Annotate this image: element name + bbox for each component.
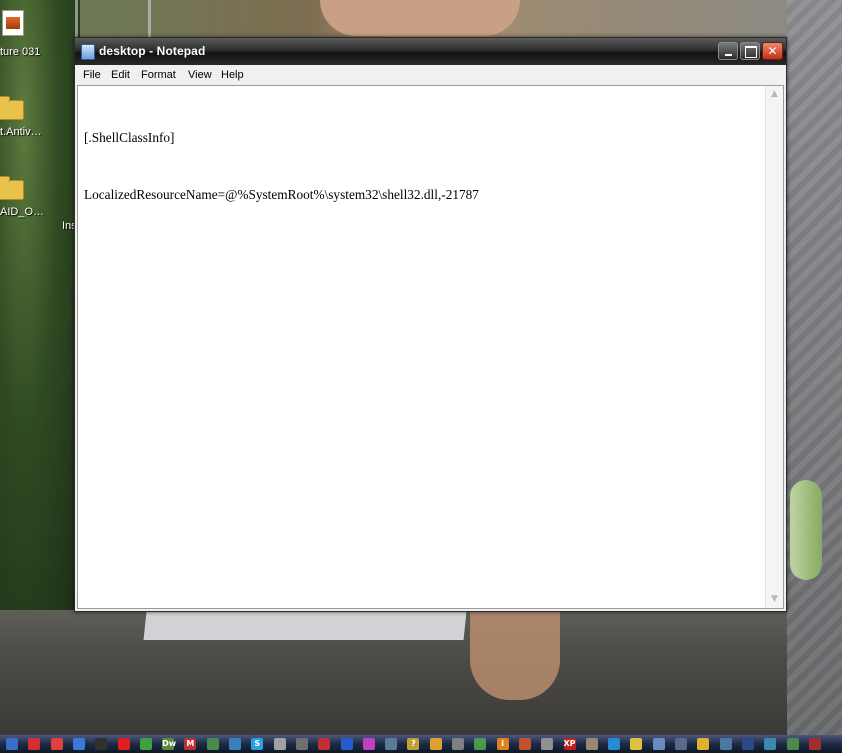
app-13-icon[interactable]	[273, 738, 286, 750]
app-23-icon[interactable]: i	[496, 738, 509, 750]
app-30-icon[interactable]	[652, 738, 665, 750]
app-32-icon[interactable]	[697, 738, 710, 750]
desktop-icon-aid-folder[interactable]: AID_O…	[0, 175, 50, 225]
app-33-icon[interactable]	[719, 738, 732, 750]
app-28-icon[interactable]	[608, 738, 621, 750]
scroll-up-icon[interactable]: ▲	[766, 86, 783, 103]
app-17-icon[interactable]	[362, 738, 375, 750]
taskbar: Dw M S? i XP	[0, 735, 842, 753]
app-24-icon[interactable]	[518, 738, 531, 750]
close-icon: ✕	[767, 44, 778, 58]
folder-icon	[0, 176, 24, 200]
menu-help[interactable]: Help	[221, 69, 244, 81]
window-title: desktop - Notepad	[99, 44, 206, 58]
text-line: LocalizedResourceName=@%SystemRoot%\syst…	[84, 187, 479, 202]
app-15-icon[interactable]	[318, 738, 331, 750]
app-20-icon[interactable]	[429, 738, 442, 750]
text-line: [.ShellClassInfo]	[84, 130, 175, 145]
app-3-icon[interactable]	[50, 738, 63, 750]
skype-icon[interactable]: S	[251, 738, 264, 750]
app-7-icon[interactable]	[139, 738, 152, 750]
app-31-icon[interactable]	[675, 738, 687, 750]
app-10-icon[interactable]	[206, 738, 219, 750]
dreamweaver-icon[interactable]: Dw	[162, 738, 176, 750]
app-22-icon[interactable]	[474, 738, 487, 750]
app-21-icon[interactable]	[452, 738, 464, 750]
notepad-window: desktop - Notepad ✕ File Edit Format Vie…	[74, 37, 787, 612]
app-1-icon[interactable]	[6, 738, 18, 750]
notepad-icon	[81, 44, 95, 60]
maximize-button[interactable]	[740, 42, 760, 60]
desktop-icon-antivirus-folder[interactable]: t.Antiv…	[0, 95, 50, 145]
app-37-icon[interactable]	[808, 738, 821, 750]
app-27-icon[interactable]	[585, 738, 598, 750]
app-35-icon[interactable]	[764, 738, 777, 750]
maximize-icon	[745, 46, 757, 58]
app-34-icon[interactable]	[741, 738, 754, 750]
desktop-icon-picture[interactable]: ture 031	[0, 10, 50, 65]
app-5-icon[interactable]	[95, 738, 108, 750]
app-6-icon[interactable]	[117, 738, 130, 750]
minimize-icon	[725, 54, 732, 56]
menu-format[interactable]: Format	[141, 69, 176, 81]
app-4-icon[interactable]	[72, 738, 85, 750]
app-11-icon[interactable]	[229, 738, 241, 750]
close-button[interactable]: ✕	[762, 42, 783, 60]
editor-content[interactable]: [.ShellClassInfo] LocalizedResourceName=…	[84, 90, 759, 242]
app-19-icon[interactable]: ?	[407, 738, 420, 750]
vertical-scrollbar[interactable]: ▲ ▼	[765, 86, 783, 608]
desktop-icon-label: t.Antiv…	[0, 126, 42, 138]
app-29-icon[interactable]	[630, 738, 643, 750]
app-16-icon[interactable]	[340, 738, 353, 750]
title-bar[interactable]: desktop - Notepad ✕	[75, 38, 786, 65]
folder-icon	[0, 96, 24, 120]
image-file-icon	[2, 10, 24, 36]
menu-bar: File Edit Format View Help	[77, 65, 784, 85]
app-18-icon[interactable]	[385, 738, 398, 750]
gmail-icon[interactable]: M	[184, 738, 197, 750]
menu-file[interactable]: File	[83, 69, 101, 81]
menu-edit[interactable]: Edit	[111, 69, 130, 81]
app-14-icon[interactable]	[295, 738, 308, 750]
text-editor[interactable]: [.ShellClassInfo] LocalizedResourceName=…	[77, 85, 784, 609]
app-2-icon[interactable]	[28, 738, 41, 750]
desktop-icon-label: AID_O…	[0, 206, 45, 218]
desktop-icon-label: ture 031	[0, 46, 41, 58]
scroll-down-icon[interactable]: ▼	[766, 591, 783, 608]
menu-view[interactable]: View	[188, 69, 212, 81]
app-25-icon[interactable]	[541, 738, 554, 750]
app-36-icon[interactable]	[786, 738, 799, 750]
minimize-button[interactable]	[718, 42, 738, 60]
xp-icon[interactable]: XP	[563, 738, 576, 750]
